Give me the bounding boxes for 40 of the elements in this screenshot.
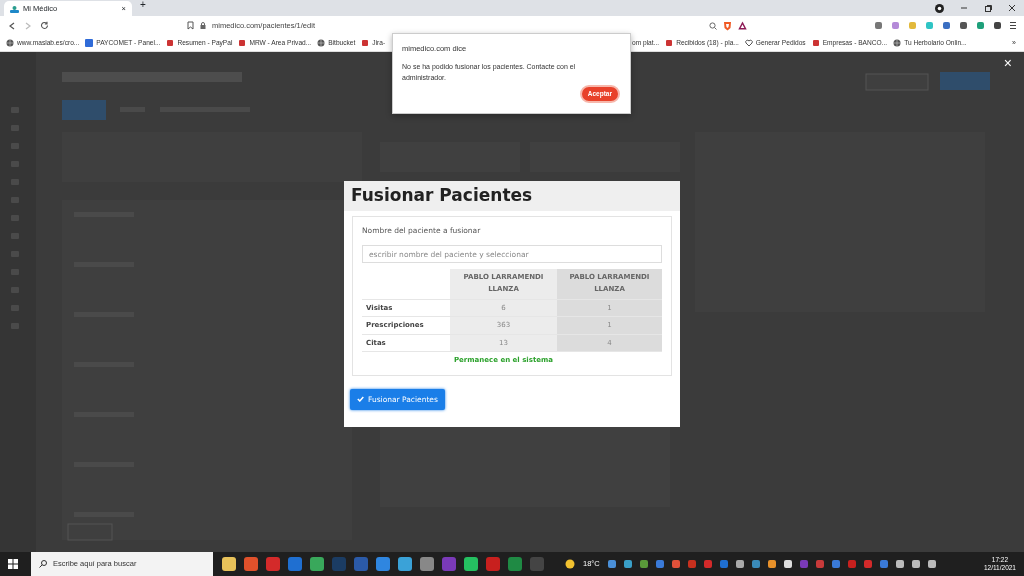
favicon-icon — [238, 39, 247, 47]
taskbar-app-icon[interactable] — [508, 557, 522, 571]
new-tab-button[interactable]: + — [140, 0, 146, 12]
search-icon — [39, 560, 47, 568]
taskbar-app-icon[interactable] — [310, 557, 324, 571]
globe-icon — [317, 39, 326, 47]
check-icon — [357, 396, 364, 403]
globe-icon — [893, 39, 902, 47]
forward-icon[interactable] — [24, 21, 32, 30]
site-icon — [10, 4, 19, 13]
favicon-icon — [166, 39, 175, 47]
taskbar-app-icon[interactable] — [244, 557, 258, 571]
triangle-icon[interactable] — [738, 21, 747, 30]
minimize-icon[interactable] — [960, 4, 968, 12]
close-icon[interactable] — [1008, 4, 1016, 12]
profile-icon[interactable] — [935, 3, 944, 13]
back-icon[interactable] — [8, 21, 16, 30]
close-button[interactable]: × — [997, 55, 1018, 71]
start-icon[interactable] — [8, 559, 18, 569]
bookmark-page-icon[interactable] — [187, 21, 194, 30]
zoom-icon[interactable] — [709, 21, 717, 30]
taskbar-app-icon[interactable] — [464, 557, 478, 571]
taskbar-app-icon[interactable] — [398, 557, 412, 571]
reload-icon[interactable] — [40, 21, 49, 30]
globe-icon — [6, 39, 14, 47]
taskbar-app-icon[interactable] — [222, 557, 236, 571]
modal-title: Fusionar Pacientes — [344, 181, 680, 211]
taskbar-app-icon[interactable] — [420, 557, 434, 571]
favicon-icon — [665, 39, 674, 47]
extensions-icon[interactable] — [993, 21, 1002, 30]
lock-icon — [200, 22, 206, 29]
favicon-icon — [361, 39, 370, 47]
weather-icon — [565, 559, 575, 569]
favicon-icon — [811, 39, 820, 47]
shield-icon[interactable] — [723, 20, 732, 31]
square-icon — [85, 39, 94, 47]
restore-icon[interactable] — [984, 4, 992, 12]
menu-icon[interactable] — [1010, 21, 1016, 30]
heart-icon — [744, 39, 753, 47]
taskbar-app-icon[interactable] — [376, 557, 390, 571]
